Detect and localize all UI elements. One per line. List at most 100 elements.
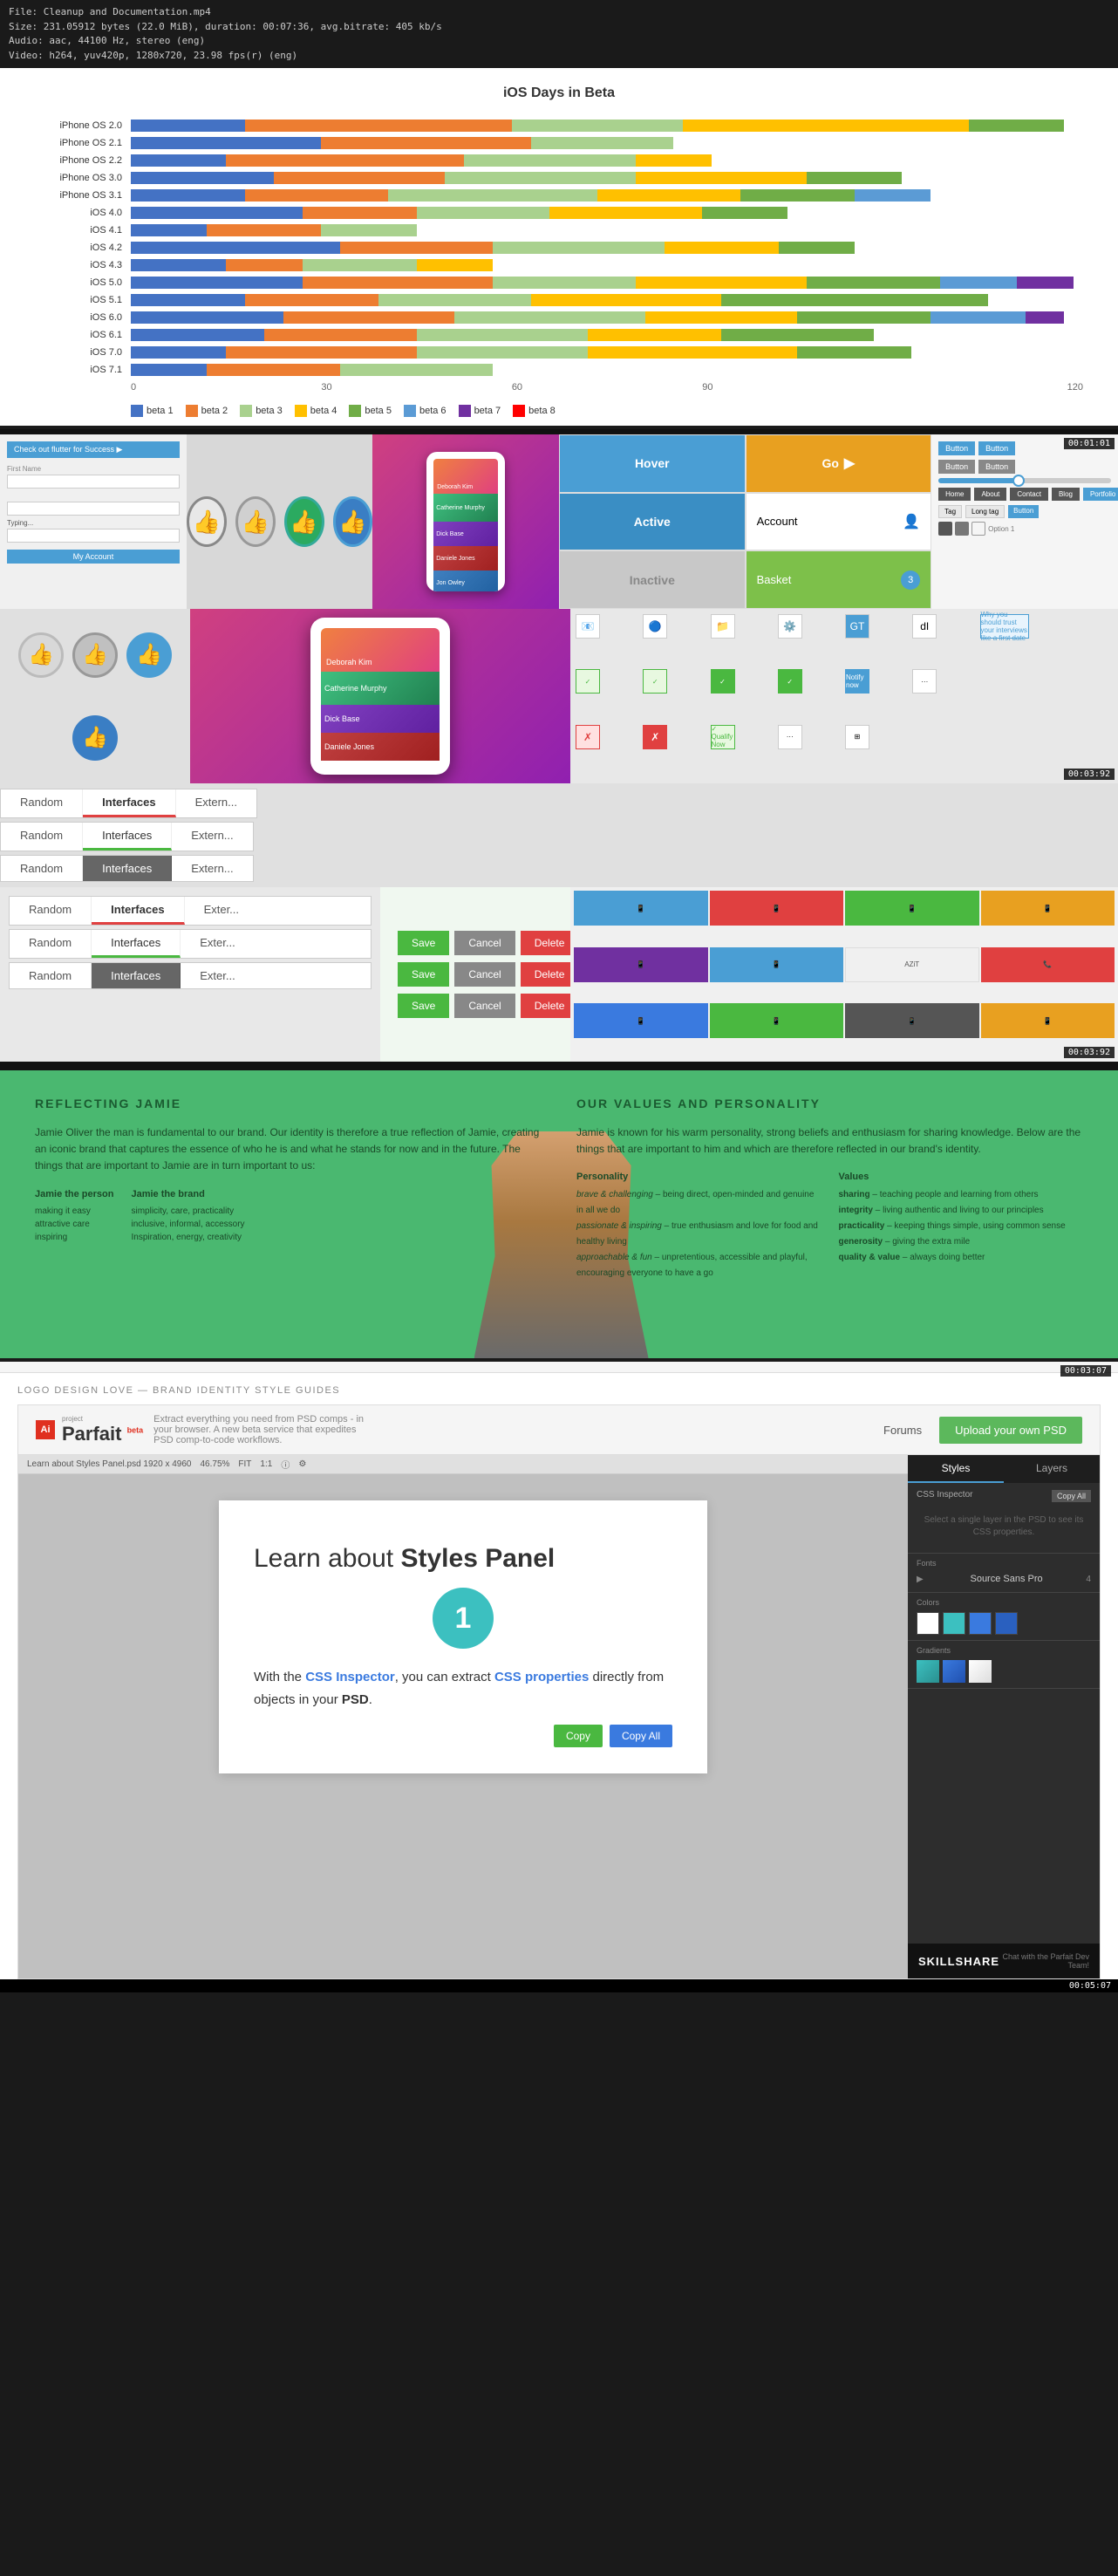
nav-home[interactable]: Home xyxy=(938,488,971,501)
icon-x-1: ✗ xyxy=(576,725,600,749)
srp-copy-all-btn[interactable]: Copy All xyxy=(1052,1490,1091,1502)
thumb-empty[interactable]: 👍 xyxy=(187,496,227,547)
tab-r-random-1[interactable]: Random xyxy=(10,897,92,925)
phone-mockup-2: Deborah Kim Catherine Murphy Dick Base D… xyxy=(310,618,450,775)
jamie-columns: Jamie the person making it easyattractiv… xyxy=(35,1189,542,1244)
tab-r-random-2[interactable]: Random xyxy=(10,930,92,958)
video-info-bar: File: Cleanup and Documentation.mp4 Size… xyxy=(0,0,1118,68)
tab-interfaces-3[interactable]: Interfaces xyxy=(83,856,172,881)
icon-grid-sm: ⊞ xyxy=(845,725,869,749)
tab-interfaces-2[interactable]: Interfaces xyxy=(83,823,172,851)
thumbs-bw-cell: 👍 👍 👍 👍 xyxy=(0,609,190,783)
parfait-brand-block: project Parfait beta xyxy=(62,1415,143,1445)
tab-r-interfaces-3[interactable]: Interfaces xyxy=(92,963,181,988)
nav-contact[interactable]: Contact xyxy=(1010,488,1048,501)
parfait-logo-area: Ai project Parfait beta xyxy=(36,1415,143,1445)
grad-swatch-2 xyxy=(943,1660,965,1683)
copy-all-btn[interactable]: Copy All xyxy=(610,1725,672,1747)
thumb-blue-4[interactable]: 👍 xyxy=(72,715,118,761)
legend-item-beta6: beta 6 xyxy=(404,405,447,417)
parfait-adobe-icon: Ai xyxy=(36,1420,55,1439)
btn-trio-3: Save Cancel Delete xyxy=(398,994,553,1018)
parfait-upload-btn[interactable]: Upload your own PSD xyxy=(939,1417,1082,1444)
widget-btn-1[interactable]: Button xyxy=(938,441,975,455)
form-field-blank xyxy=(7,492,180,516)
widget-panel-cell: Button Button Button Button Home About C… xyxy=(931,434,1118,609)
form-header: Check out flutter for Success ▶ xyxy=(7,441,180,458)
thumb-blue-3[interactable]: 👍 xyxy=(126,632,172,678)
chart-row: iOS 4.2 xyxy=(35,241,1083,255)
icon-6: dI xyxy=(912,614,937,639)
nav-portfolio[interactable]: Portfolio xyxy=(1083,488,1118,501)
tab-styles[interactable]: Styles xyxy=(908,1455,1004,1483)
cancel-btn-3[interactable]: Cancel xyxy=(454,994,515,1018)
tab-r-interfaces-2[interactable]: Interfaces xyxy=(92,930,181,958)
legend-item-beta8: beta 8 xyxy=(513,405,556,417)
form-buttons: My Account xyxy=(7,550,180,564)
tab-random-2[interactable]: Random xyxy=(1,823,83,851)
thumb-bw-1[interactable]: 👍 xyxy=(18,632,64,678)
chart-row: iOS 4.0 xyxy=(35,206,1083,220)
tab-r-extern-1[interactable]: Exter... xyxy=(185,897,258,925)
icon-1: 📧 xyxy=(576,614,600,639)
widget-btn-3[interactable]: Button xyxy=(938,460,975,474)
tab-r-extern-2[interactable]: Exter... xyxy=(181,930,254,958)
parfait-fit: FIT xyxy=(238,1459,251,1469)
swatch-teal xyxy=(943,1612,965,1635)
tab-random-1[interactable]: Random xyxy=(1,789,83,817)
slc-circle: 1 xyxy=(433,1588,494,1649)
state-go: Go ▶ xyxy=(746,434,932,493)
icon-3: 📁 xyxy=(711,614,735,639)
chart-section: iOS Days in Beta iPhone OS 2.0 iPhone OS… xyxy=(0,68,1118,426)
thumb-green-selected[interactable]: 👍 xyxy=(284,496,324,547)
logo-love-section: LOGO DESIGN LOVE — BRAND IDENTITY STYLE … xyxy=(0,1373,1118,1979)
nav-about[interactable]: About xyxy=(974,488,1006,501)
cancel-btn-2[interactable]: Cancel xyxy=(454,962,515,987)
tab-interfaces-1[interactable]: Interfaces xyxy=(83,789,175,817)
parfait-beta-tag: beta xyxy=(127,1425,144,1434)
tab-layers[interactable]: Layers xyxy=(1004,1455,1100,1483)
state-basket: Basket 3 xyxy=(746,550,932,609)
icon-check-1: ✓ xyxy=(576,669,600,694)
screenshot-grid-cell: 📱 📱 📱 📱 📱 📱 AZiT 📞 📱 📱 📱 📱 xyxy=(570,887,1118,1062)
parfait-header-right: Forums Upload your own PSD xyxy=(883,1417,1082,1444)
nav-blog[interactable]: Blog xyxy=(1052,488,1080,501)
save-btn-3[interactable]: Save xyxy=(398,994,449,1018)
tab-extern-2[interactable]: Extern... xyxy=(172,823,252,851)
jamie-values-col: Values sharing – teaching people and lea… xyxy=(839,1172,1084,1281)
sc-item-7: AZiT xyxy=(845,947,979,982)
tab-section: Random Interfaces Extern... Random Inter… xyxy=(0,783,1118,887)
slc-action-buttons: Copy Copy All xyxy=(254,1725,672,1747)
save-btn-1[interactable]: Save xyxy=(398,931,449,955)
parfait-forums-link[interactable]: Forums xyxy=(883,1424,922,1437)
chart-container: iPhone OS 2.0 iPhone OS 2.1 iPho xyxy=(35,119,1083,377)
legend-item-beta3: beta 3 xyxy=(240,405,283,417)
save-btn-2[interactable]: Save xyxy=(398,962,449,987)
chart-row: iOS 6.1 xyxy=(35,328,1083,342)
tab-extern-3[interactable]: Extern... xyxy=(172,856,252,881)
icon-notify-now: Notify now xyxy=(845,669,869,694)
phone-mockup: Deborah Kim Catherine Murphy Dick Base D… xyxy=(426,452,505,591)
widget-btn-2[interactable]: Button xyxy=(978,441,1015,455)
chart-row: iOS 5.1 xyxy=(35,293,1083,307)
form-account-btn[interactable]: My Account xyxy=(7,550,180,564)
sc-item-3: 📱 xyxy=(845,891,979,926)
grad-swatch-3 xyxy=(969,1660,992,1683)
thumb-blue[interactable]: 👍 xyxy=(333,496,373,547)
tab-extern-1[interactable]: Extern... xyxy=(176,789,256,817)
widget-btn-4[interactable]: Button xyxy=(978,460,1015,474)
thumb-bw-2[interactable]: 👍 xyxy=(72,632,118,678)
video-info-line1: File: Cleanup and Documentation.mp4 xyxy=(9,5,1109,20)
tab-r-interfaces-1[interactable]: Interfaces xyxy=(92,897,184,925)
jamie-brand-col: Jamie the brand simplicity, care, practi… xyxy=(131,1189,244,1244)
parfait-app: Ai project Parfait beta Extract everythi… xyxy=(17,1404,1101,1979)
tab-random-3[interactable]: Random xyxy=(1,856,83,881)
state-active: Active xyxy=(559,493,746,551)
tab-r-extern-3[interactable]: Exter... xyxy=(181,963,254,988)
jamie-right-body: Jamie is known for his warm personality,… xyxy=(576,1124,1083,1158)
copy-specific-btn[interactable]: Copy xyxy=(554,1725,603,1747)
cancel-btn-1[interactable]: Cancel xyxy=(454,931,515,955)
thumb-gray[interactable]: 👍 xyxy=(235,496,276,547)
tab-r-random-3[interactable]: Random xyxy=(10,963,92,988)
widget-tag-btn[interactable]: Button xyxy=(1008,505,1039,518)
